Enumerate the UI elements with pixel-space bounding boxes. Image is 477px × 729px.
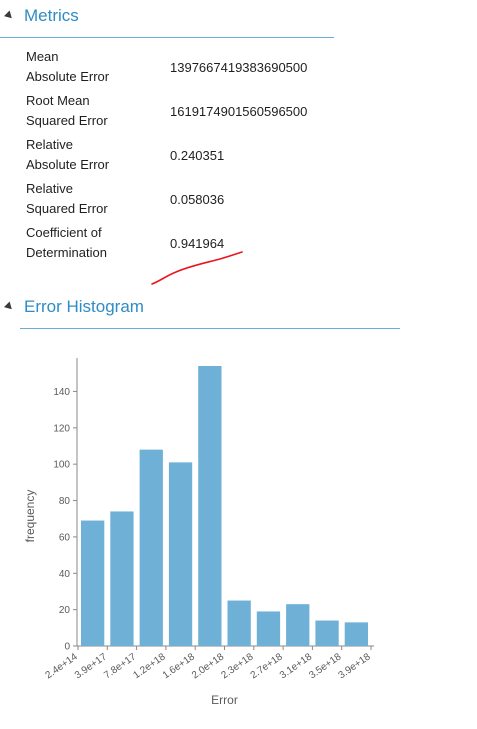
metric-row: Coefficient of Determination 0.941964 — [26, 221, 346, 265]
collapse-triangle-icon[interactable] — [3, 9, 15, 21]
histogram-bar — [227, 600, 251, 646]
y-axis-title: frequency — [23, 490, 37, 543]
histogram-bar — [198, 366, 222, 646]
metrics-divider — [0, 37, 334, 38]
y-tick-label: 140 — [53, 387, 70, 398]
metric-value: 0.058036 — [170, 191, 225, 207]
y-tick-label: 100 — [53, 460, 70, 471]
metric-row: Root Mean Squared Error 16191749015605965… — [26, 89, 346, 133]
metrics-title: Metrics — [24, 6, 79, 25]
x-tick-label: 3.9e+17 — [73, 651, 110, 681]
metric-value: 0.941964 — [170, 235, 225, 251]
x-tick-label: 3.1e+18 — [278, 651, 315, 681]
histogram-bar — [168, 462, 193, 646]
y-tick-label: 0 — [64, 642, 70, 653]
histogram-bar — [315, 620, 339, 646]
metric-value: 0.240351 — [170, 147, 225, 163]
y-tick-label: 120 — [53, 423, 70, 434]
x-tick-label: 3.5e+18 — [307, 651, 344, 681]
histogram-bar — [256, 611, 281, 646]
error-histogram-chart: 0 20 40 60 80 100 120 140 2.4e+14 3.9e+17 7.8e+17 1… — [0, 340, 477, 724]
x-tick-label: 2.0e+18 — [190, 651, 227, 681]
metric-row: Relative Absolute Error 0.240351 — [26, 133, 346, 177]
histogram-bar — [139, 449, 163, 646]
metric-label: Coefficient of Determination — [26, 225, 107, 260]
metric-label: Root Mean Squared Error — [26, 93, 108, 128]
histogram-bar — [81, 520, 105, 646]
x-tick-label: 1.6e+18 — [161, 651, 198, 681]
x-tick-label: 2.7e+18 — [249, 651, 286, 681]
metric-row: Mean Absolute Error 1397667419383690500 — [26, 45, 346, 89]
x-tick-label: 2.3e+18 — [219, 651, 256, 681]
histogram-bar — [110, 511, 134, 646]
metric-label: Relative Squared Error — [26, 181, 108, 216]
metric-value: 1397667419383690500 — [170, 59, 308, 75]
y-tick-label: 40 — [59, 569, 71, 580]
metric-label: Relative Absolute Error — [26, 137, 110, 172]
x-tick-label: 1.2e+18 — [131, 651, 168, 681]
histogram-section-header[interactable]: Error Histogram — [0, 297, 144, 317]
histogram-title: Error Histogram — [24, 297, 144, 316]
histogram-bar — [344, 622, 368, 646]
metrics-section-header[interactable]: Metrics — [0, 6, 79, 26]
y-tick-label: 20 — [59, 605, 71, 616]
metric-value: 1619174901560596500 — [170, 103, 308, 119]
metrics-table: Mean Absolute Error 1397667419383690500 R… — [26, 45, 346, 265]
x-tick-label: 3.9e+18 — [337, 651, 374, 681]
x-axis-title: Error — [211, 693, 238, 707]
histogram-divider — [20, 328, 400, 329]
metric-label: Mean Absolute Error — [26, 49, 110, 84]
x-tick-label: 2.4e+14 — [44, 651, 81, 681]
histogram-svg: 0204060801001201402.4e+143.9e+177.8e+171… — [23, 358, 374, 707]
y-tick-label: 80 — [59, 496, 71, 507]
metric-row: Relative Squared Error 0.058036 — [26, 177, 346, 221]
histogram-bar — [286, 604, 310, 646]
x-tick-label: 7.8e+17 — [102, 651, 139, 681]
collapse-triangle-icon[interactable] — [3, 300, 15, 312]
y-tick-label: 60 — [59, 532, 71, 543]
